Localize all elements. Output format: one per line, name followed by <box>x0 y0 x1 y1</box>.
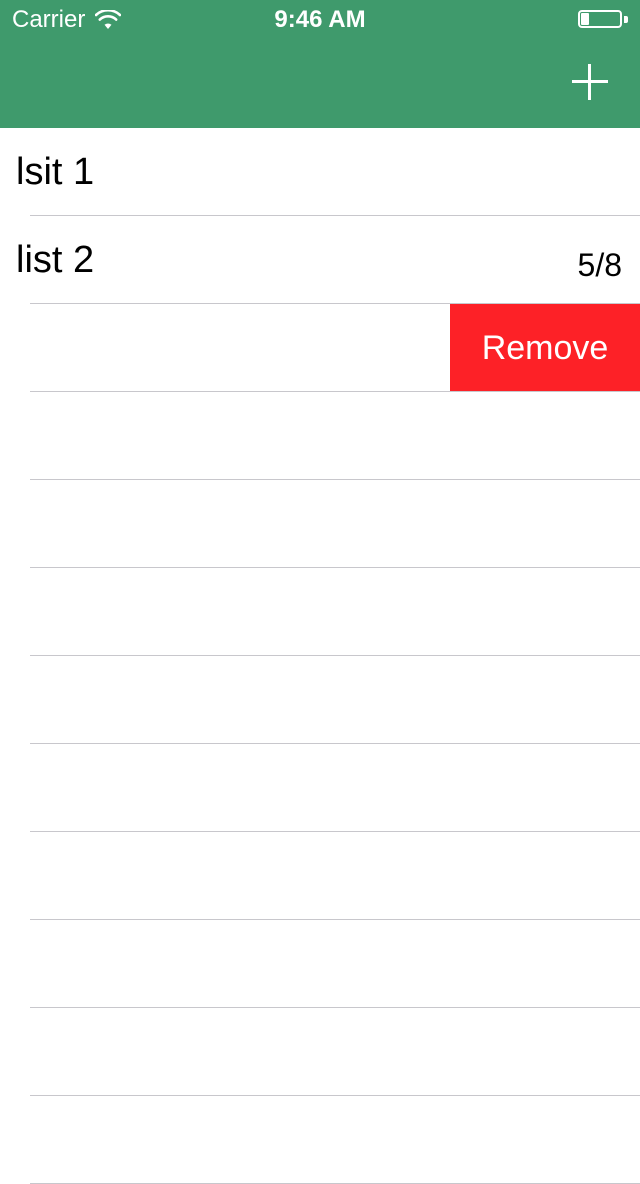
empty-row <box>0 744 640 832</box>
list-row[interactable]: list 2 5/8 <box>0 216 640 304</box>
empty-row <box>0 392 640 480</box>
empty-row <box>0 656 640 744</box>
list-row-swiped[interactable]: Remove <box>0 304 640 392</box>
remove-button[interactable]: Remove <box>450 304 640 392</box>
plus-icon-vertical <box>588 64 591 100</box>
list-title: lsit 1 <box>16 151 95 193</box>
empty-row <box>0 568 640 656</box>
battery-icon <box>578 10 630 30</box>
empty-row <box>0 1096 640 1184</box>
battery-tip <box>624 16 628 23</box>
status-bar: Carrier 9:46 AM <box>0 0 640 40</box>
empty-row <box>0 1008 640 1096</box>
empty-row <box>0 920 640 1008</box>
list-row[interactable]: lsit 1 <box>0 128 640 216</box>
navigation-bar: Carrier 9:46 AM <box>0 0 640 128</box>
status-time: 9:46 AM <box>274 6 366 33</box>
lists-table: lsit 1 list 2 5/8 Remove <box>0 128 640 1184</box>
add-list-button[interactable] <box>568 60 612 104</box>
list-progress: 5/8 <box>577 247 622 283</box>
empty-row <box>0 832 640 920</box>
empty-row <box>0 480 640 568</box>
list-title: list 2 <box>16 239 95 281</box>
battery-fill <box>581 13 589 25</box>
